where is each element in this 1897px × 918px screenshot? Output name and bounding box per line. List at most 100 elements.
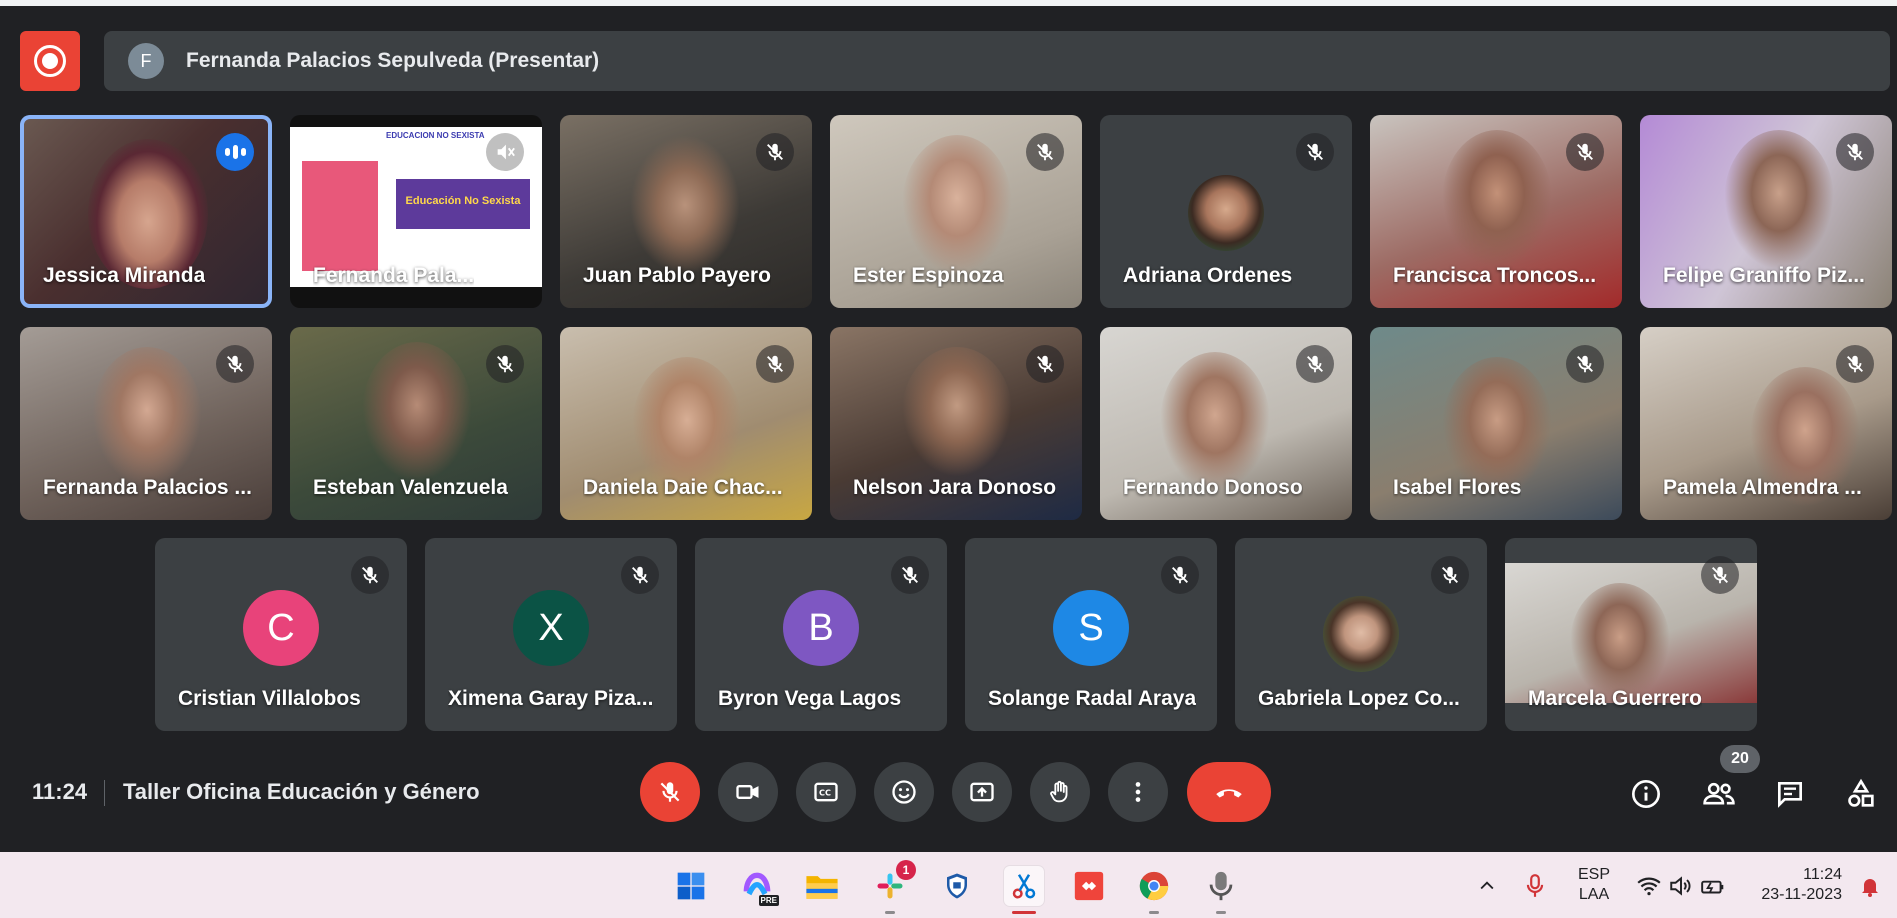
- participant-tile[interactable]: X Ximena Garay Piza...: [425, 538, 677, 731]
- more-vertical-icon: [1135, 782, 1141, 802]
- muted-icon: [1836, 345, 1874, 383]
- system-clock[interactable]: 11:24 23-11-2023: [1750, 865, 1842, 905]
- participant-tile[interactable]: EDUCACION NO SEXISTA Educación No Sexist…: [290, 115, 542, 308]
- participant-tile[interactable]: Ester Espinoza: [830, 115, 1082, 308]
- participant-tile[interactable]: Fernando Donoso: [1100, 327, 1352, 520]
- chat-button[interactable]: [1770, 774, 1810, 814]
- more-options-button[interactable]: [1108, 762, 1168, 822]
- leave-call-button[interactable]: [1187, 762, 1271, 822]
- participant-name: Adriana Ordenes: [1123, 264, 1293, 287]
- speaking-indicator-icon: [216, 133, 254, 171]
- slide-header: EDUCACION NO SEXISTA: [386, 131, 485, 140]
- participant-tile[interactable]: Juan Pablo Payero: [560, 115, 812, 308]
- shield-icon: [947, 873, 967, 899]
- participant-tile[interactable]: Francisca Troncos...: [1370, 115, 1622, 308]
- recording-button[interactable]: [20, 31, 80, 91]
- participant-tile[interactable]: Isabel Flores: [1370, 327, 1622, 520]
- mic-off-icon: [660, 782, 680, 802]
- muted-icon: [486, 345, 524, 383]
- taskbar-time: 11:24: [1803, 866, 1842, 883]
- svg-text:CC: CC: [819, 788, 831, 798]
- participant-name: Pamela Almendra ...: [1663, 476, 1862, 499]
- participant-tile[interactable]: Marcela Guerrero: [1505, 538, 1757, 731]
- participant-name: Gabriela Lopez Co...: [1258, 687, 1460, 710]
- chrome-app[interactable]: [1134, 866, 1174, 914]
- participant-tile[interactable]: Adriana Ordenes: [1100, 115, 1352, 308]
- captions-button[interactable]: CC: [796, 762, 856, 822]
- participant-tile[interactable]: Esteban Valenzuela: [290, 327, 542, 520]
- hang-up-icon: [1216, 789, 1242, 798]
- muted-icon: [351, 556, 389, 594]
- muted-icon: [1296, 133, 1334, 171]
- slack-app[interactable]: 1: [870, 860, 916, 914]
- reactions-button[interactable]: [874, 762, 934, 822]
- avatar: S: [1053, 590, 1129, 666]
- participant-tile[interactable]: Gabriela Lopez Co...: [1235, 538, 1487, 731]
- show-hidden-icons-button[interactable]: [1467, 866, 1507, 906]
- participant-tile[interactable]: S Solange Radal Araya: [965, 538, 1217, 731]
- camera-button[interactable]: [718, 762, 778, 822]
- chevron-up-icon: [1480, 881, 1494, 890]
- info-icon: [1632, 780, 1660, 808]
- participant-tile[interactable]: Fernanda Palacios ...: [20, 327, 272, 520]
- participant-name: Fernanda Pala...: [313, 264, 475, 287]
- muted-icon: [756, 133, 794, 171]
- participant-name: Byron Vega Lagos: [718, 687, 902, 710]
- participant-tile[interactable]: Nelson Jara Donoso: [830, 327, 1082, 520]
- participant-name: Juan Pablo Payero: [583, 264, 771, 287]
- slack-notification-badge: 1: [896, 860, 916, 880]
- participant-name: Marcela Guerrero: [1528, 687, 1702, 710]
- microphone-in-use-indicator[interactable]: [1515, 866, 1555, 906]
- microphone-icon: [1526, 874, 1544, 897]
- security-app[interactable]: [937, 866, 977, 906]
- running-indicator: [1149, 911, 1159, 914]
- file-explorer-app[interactable]: [802, 866, 842, 906]
- active-indicator: [1012, 911, 1036, 914]
- notifications-button[interactable]: [1852, 866, 1888, 906]
- quick-settings-button[interactable]: [1629, 866, 1733, 906]
- participant-name: Cristian Villalobos: [178, 687, 361, 710]
- presenter-bar[interactable]: F Fernanda Palacios Sepulveda (Presentar…: [104, 31, 1890, 91]
- present-screen-button[interactable]: [952, 762, 1012, 822]
- meeting-info-button[interactable]: [1626, 774, 1666, 814]
- bell-icon: [1862, 879, 1878, 897]
- activities-button[interactable]: [1841, 774, 1881, 814]
- participant-tile[interactable]: Daniela Daie Chac...: [560, 327, 812, 520]
- snipping-tool-app[interactable]: [1004, 866, 1044, 914]
- anydesk-app[interactable]: [1069, 866, 1109, 906]
- people-button[interactable]: [1699, 774, 1739, 814]
- copilot-app[interactable]: PRE: [737, 866, 779, 906]
- muted-icon: [1566, 133, 1604, 171]
- activities-shapes-icon: [1848, 778, 1874, 807]
- participant-name: Francisca Troncos...: [1393, 264, 1597, 287]
- chat-icon: [1778, 782, 1802, 808]
- chrome-icon: [1139, 871, 1169, 901]
- participant-tile[interactable]: Felipe Graniffo Piz...: [1640, 115, 1892, 308]
- participant-name: Isabel Flores: [1393, 476, 1522, 499]
- closed-captions-icon: CC: [814, 782, 838, 802]
- running-indicator: [885, 911, 895, 914]
- participant-name: Fernando Donoso: [1123, 476, 1303, 499]
- presenter-label: Fernanda Palacios Sepulveda (Presentar): [186, 49, 600, 72]
- input-language-indicator[interactable]: ESP LAA: [1572, 865, 1616, 905]
- participant-tile[interactable]: Jessica Miranda: [20, 115, 272, 308]
- hand-icon: [1050, 780, 1068, 803]
- avatar: [1323, 596, 1399, 672]
- copilot-preview-badge: PRE: [758, 895, 779, 906]
- slide-title: Educación No Sexista: [405, 195, 521, 207]
- muted-icon: [1026, 345, 1064, 383]
- participant-tile[interactable]: B Byron Vega Lagos: [695, 538, 947, 731]
- start-button[interactable]: [671, 866, 711, 906]
- running-indicator: [1216, 911, 1226, 914]
- present-screen-icon: [970, 782, 994, 802]
- scissors-icon: [1012, 874, 1036, 899]
- meeting-title: Taller Oficina Educación y Género: [123, 779, 480, 804]
- participant-name: Solange Radal Araya: [988, 687, 1197, 710]
- participant-tile[interactable]: Pamela Almendra ...: [1640, 327, 1892, 520]
- participant-name: Nelson Jara Donoso: [853, 476, 1057, 499]
- microphone-button[interactable]: [640, 762, 700, 822]
- raise-hand-button[interactable]: [1030, 762, 1090, 822]
- muted-icon: [1296, 345, 1334, 383]
- participant-tile[interactable]: C Cristian Villalobos: [155, 538, 407, 731]
- voice-recorder-app[interactable]: [1201, 866, 1241, 914]
